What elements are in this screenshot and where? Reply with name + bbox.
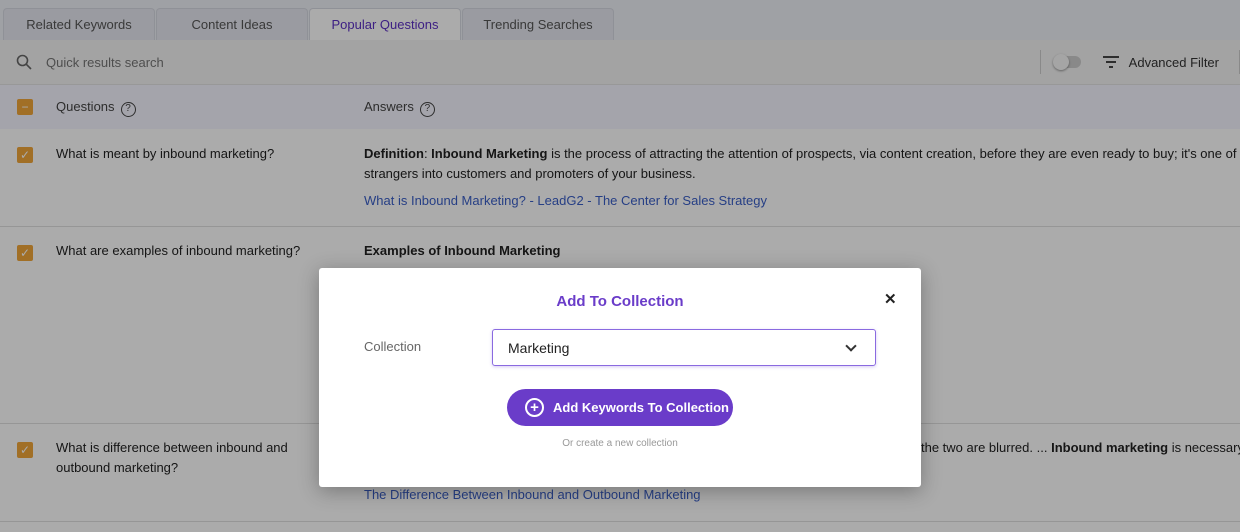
add-to-collection-modal: Add To Collection ✕ Collection Marketing… [319,268,921,487]
create-collection-link[interactable]: Or create a new collection [319,438,921,449]
chevron-down-icon [845,339,857,352]
collection-label: Collection [364,339,422,354]
add-button-label: Add Keywords To Collection [553,400,729,415]
modal-title: Add To Collection [556,293,684,310]
collection-select[interactable]: Marketing [492,329,876,366]
collection-selected-value: Marketing [508,339,570,356]
close-icon[interactable]: ✕ [884,290,897,308]
add-keywords-button[interactable]: + Add Keywords To Collection [507,389,733,426]
plus-circle-icon: + [525,398,544,417]
